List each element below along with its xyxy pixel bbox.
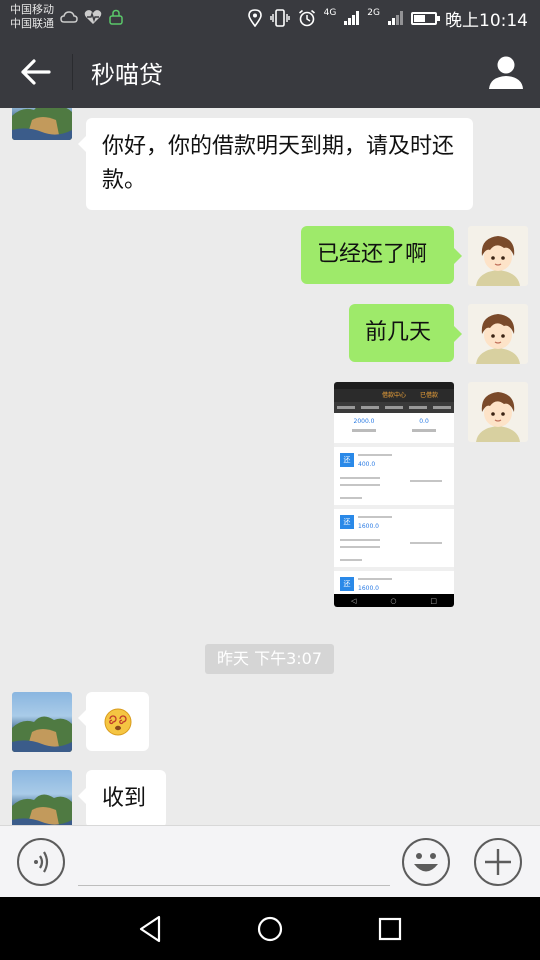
circle-home-icon (257, 916, 283, 942)
screenshot-nav-bar: ◁ ○ □ (334, 594, 454, 607)
page-title: 秒喵贷 (91, 61, 163, 89)
back-button[interactable] (16, 54, 56, 90)
screenshot-title: 借款中心 (381, 392, 406, 399)
voice-button[interactable] (16, 837, 66, 887)
lock-notification-icon (109, 9, 123, 25)
my-avatar[interactable] (468, 226, 528, 286)
vibrate-icon (269, 9, 290, 27)
screenshot-header: 借款中心 已借款 (334, 389, 454, 402)
loan-amount: 1600.0 (358, 523, 379, 530)
timestamp-label: 昨天 下午3:07 (205, 644, 334, 674)
input-bar (0, 825, 540, 897)
battery-icon (411, 11, 440, 25)
square-recent-icon (378, 917, 402, 941)
my-avatar[interactable] (468, 304, 528, 364)
nav-recent-button[interactable] (373, 912, 407, 946)
weather-icon (60, 11, 78, 23)
notification-icons (60, 9, 124, 25)
scenery-avatar-image (12, 108, 72, 140)
repay-badge: 还 (340, 453, 354, 467)
my-avatar[interactable] (468, 382, 528, 442)
screenshot-tab: 已借款 (419, 392, 438, 399)
dizzy-face-icon (104, 708, 132, 736)
cartoon-boy-avatar-image (476, 314, 520, 364)
screenshot-loan-card: 还 1600.0 (334, 505, 454, 567)
message-bubble-received[interactable]: 收到 (78, 770, 166, 825)
message-bubble-received[interactable] (78, 692, 149, 751)
chat-header: 秒喵贷 (0, 36, 540, 108)
signal-icon-2 (388, 11, 403, 25)
arrow-left-icon (21, 59, 51, 85)
loan-amount: 1600.0 (358, 585, 379, 592)
cartoon-boy-avatar-image (476, 236, 520, 286)
network-type-2: 2G (367, 8, 380, 18)
message-list[interactable]: 你好，你的借款明天到期，请及时还款。 已经还了啊 前几天 借款中心 已借款 20… (0, 108, 540, 825)
message-bubble-sent[interactable]: 前几天 (349, 304, 462, 362)
screenshot-summary: 2000.0 0.0 (334, 413, 454, 443)
network-type-1: 4G (323, 8, 337, 18)
scenery-avatar-image (12, 794, 72, 825)
carrier-labels: 中国移动 中国联通 (10, 3, 54, 31)
repay-badge: 还 (340, 515, 354, 529)
screenshot-tabs (334, 402, 454, 413)
nav-home-button[interactable] (253, 912, 287, 946)
carrier-2: 中国联通 (10, 17, 54, 30)
carrier-1: 中国移动 (10, 3, 54, 16)
person-icon (489, 56, 523, 89)
message-input[interactable] (78, 840, 390, 886)
image-message[interactable]: 借款中心 已借款 2000.0 0.0 还 400.0 还 1600.0 还 1… (334, 382, 454, 607)
header-divider (72, 54, 73, 90)
loan-amount: 400.0 (358, 461, 376, 468)
chat-info-button[interactable] (486, 52, 526, 92)
contact-avatar[interactable] (12, 770, 72, 825)
triangle-back-icon (139, 915, 161, 943)
signal-icon (344, 11, 360, 25)
alarm-icon (298, 9, 315, 27)
status-bar: 中国移动 中国联通 4G 2G 晚上10:14 (0, 0, 540, 36)
system-nav-bar (0, 897, 540, 960)
repay-badge: 还 (340, 577, 354, 591)
plus-icon (474, 838, 522, 886)
status-right: 4G 2G 晚上10:14 (247, 0, 528, 36)
location-icon (247, 9, 262, 27)
smiley-icon (402, 838, 450, 886)
screenshot-summary-value: 2000.0 (352, 417, 376, 443)
screenshot-status-bar (334, 382, 454, 389)
voice-icon (17, 838, 65, 886)
emoji-button[interactable] (401, 837, 451, 887)
scenery-avatar-image (12, 716, 72, 752)
contact-avatar[interactable] (12, 692, 72, 752)
screenshot-loan-card: 还 400.0 (334, 443, 454, 505)
more-button[interactable] (473, 837, 523, 887)
screenshot-summary-value: 0.0 (412, 417, 436, 443)
clock: 晚上10:14 (445, 10, 528, 31)
contact-avatar[interactable] (12, 108, 72, 140)
cartoon-boy-avatar-image (476, 392, 520, 442)
message-bubble-received[interactable]: 你好，你的借款明天到期，请及时还款。 (78, 118, 473, 210)
nav-back-button[interactable] (133, 912, 167, 946)
heart-rate-icon (84, 10, 102, 24)
message-bubble-sent[interactable]: 已经还了啊 (301, 226, 462, 284)
